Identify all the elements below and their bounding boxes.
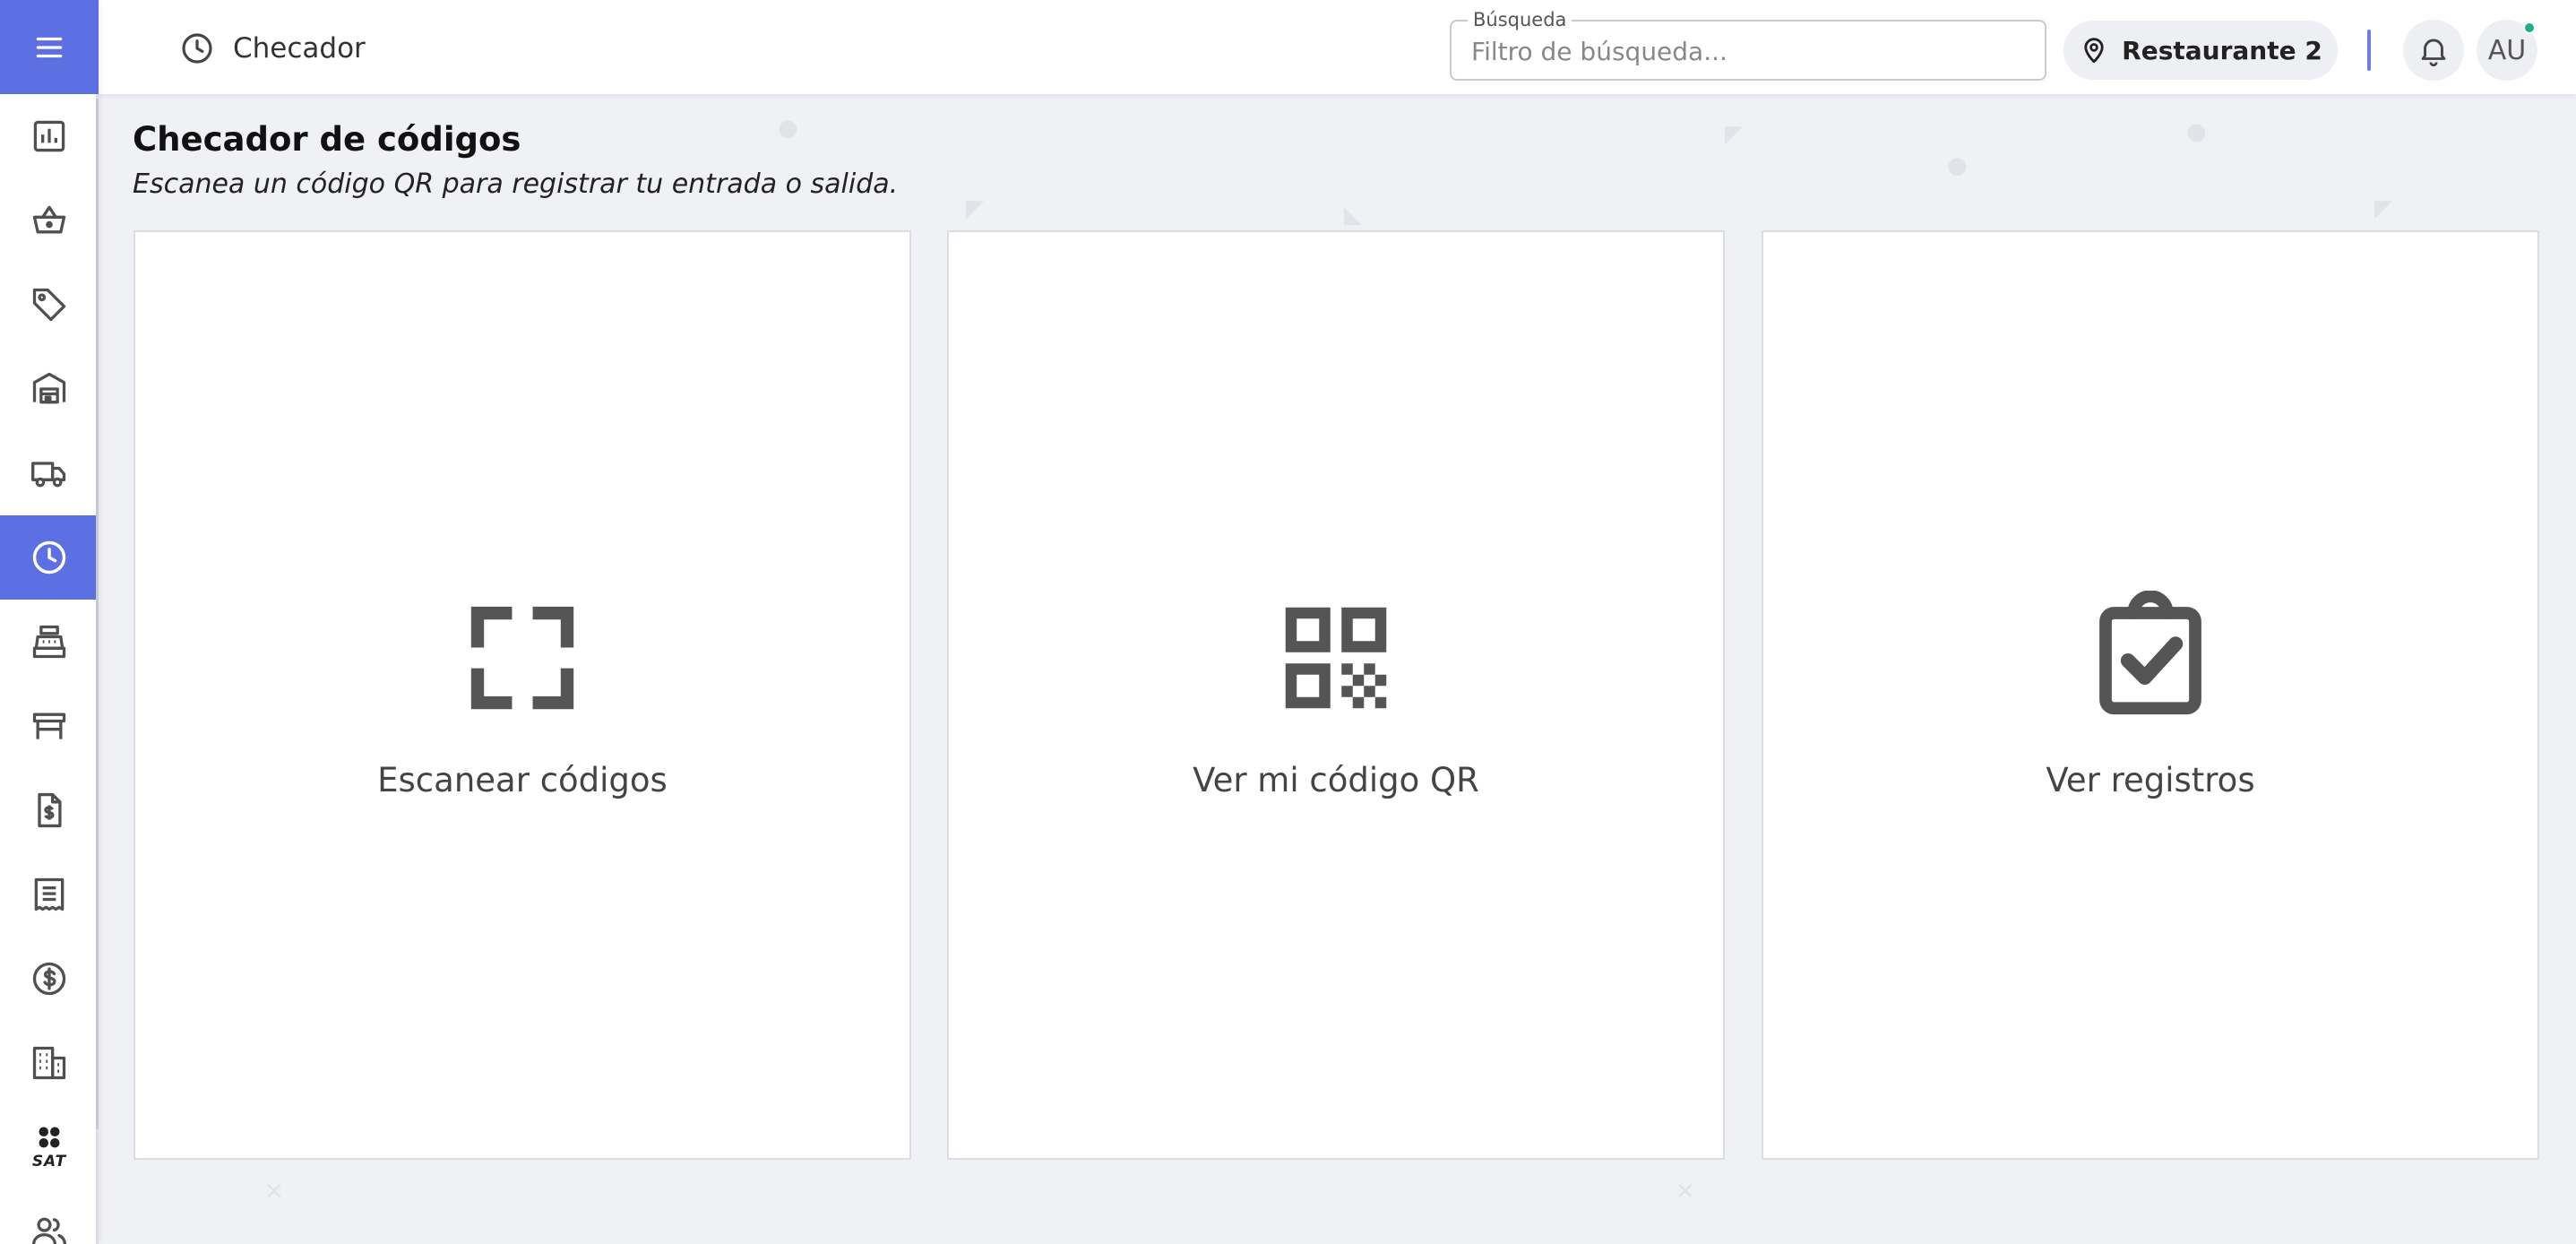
truck-icon [31,462,66,488]
background-decoration: ◣ [1344,202,1362,229]
sidebar-item-products[interactable] [0,263,99,347]
scan-frame-icon [470,606,574,710]
card-label: Ver registros [2046,761,2255,799]
background-decoration: ● [778,115,798,142]
sidebar: SAT [0,0,99,1244]
avatar-initials: AU [2487,34,2527,66]
card-label: Ver mi código QR [1193,761,1479,799]
sidebar-item-cash-register[interactable] [0,600,99,684]
top-bar: Checador Búsqueda Restaurante 2 AU [99,0,2576,94]
sat-label: SAT [31,1153,67,1171]
notifications-button[interactable] [2403,20,2464,81]
card-label: Escanear códigos [377,761,668,799]
background-decoration: ● [2186,118,2207,145]
qr-code-icon [1285,607,1387,709]
background-decoration: ✕ [264,1179,284,1205]
warehouse-icon [32,372,66,404]
dollar-circle-icon [32,962,66,996]
card-content: Ver registros [1763,591,2537,799]
my-qr-code-card[interactable]: Ver mi código QR [947,230,1725,1160]
building-icon [32,1046,66,1080]
clock-icon [32,540,66,574]
users-icon [31,1217,67,1244]
receipt-icon [34,877,65,911]
background-decoration: ◤ [1725,121,1743,148]
sidebar-item-sales[interactable] [0,178,99,263]
basket-icon [32,205,66,234]
search-input[interactable] [1471,34,2027,68]
search-field[interactable]: Búsqueda [1450,9,2046,81]
background-decoration: ◤ [2374,195,2392,222]
search-legend: Búsqueda [1468,9,1572,30]
table-icon [32,713,66,739]
location-label: Restaurante 2 [2122,35,2322,65]
card-content: Ver mi código QR [949,591,1723,799]
map-pin-icon [2084,38,2104,64]
bar-chart-icon [33,120,65,152]
sat-icon [39,1127,60,1148]
page-subtitle: Escanea un código QR para registrar tu e… [133,168,899,200]
menu-toggle-button[interactable] [0,0,99,94]
card-content: Escanear códigos [135,591,909,799]
location-selector-button[interactable]: Restaurante 2 [2063,21,2338,80]
background-decoration: ● [1947,152,1968,179]
bell-icon [2421,39,2446,66]
user-avatar-button[interactable]: AU [2477,20,2537,81]
invoice-icon [38,792,62,828]
sidebar-item-tables[interactable] [0,684,99,768]
cash-register-icon [32,625,66,659]
view-records-card[interactable]: Ver registros [1762,230,2539,1160]
sidebar-item-sat[interactable]: SAT [0,1105,99,1189]
clock-icon [182,33,212,64]
sidebar-item-reports[interactable] [0,94,99,178]
sidebar-item-warehouse[interactable] [0,347,99,431]
sidebar-item-deliveries[interactable] [0,431,99,515]
page-header-title: Checador [233,32,366,65]
sidebar-item-users[interactable] [0,1189,99,1244]
background-decoration: ✕ [1676,1179,1695,1205]
hamburger-icon [36,37,63,57]
sidebar-item-invoices[interactable] [0,768,99,852]
sidebar-item-buildings[interactable] [0,1021,99,1105]
sidebar-scrollbar[interactable] [96,99,99,1129]
sidebar-item-receipts[interactable] [0,852,99,937]
background-decoration: ◤ [966,195,984,222]
sidebar-item-checador[interactable] [0,515,99,600]
header-divider [2367,30,2371,71]
page-title: Checador de códigos [133,120,521,159]
tag-icon [32,288,66,322]
online-status-dot [2523,22,2536,34]
breadcrumb: Checador [179,27,366,70]
clipboard-check-icon [2099,591,2201,715]
sidebar-item-payments[interactable] [0,937,99,1021]
scan-codes-card[interactable]: Escanear códigos [134,230,911,1160]
